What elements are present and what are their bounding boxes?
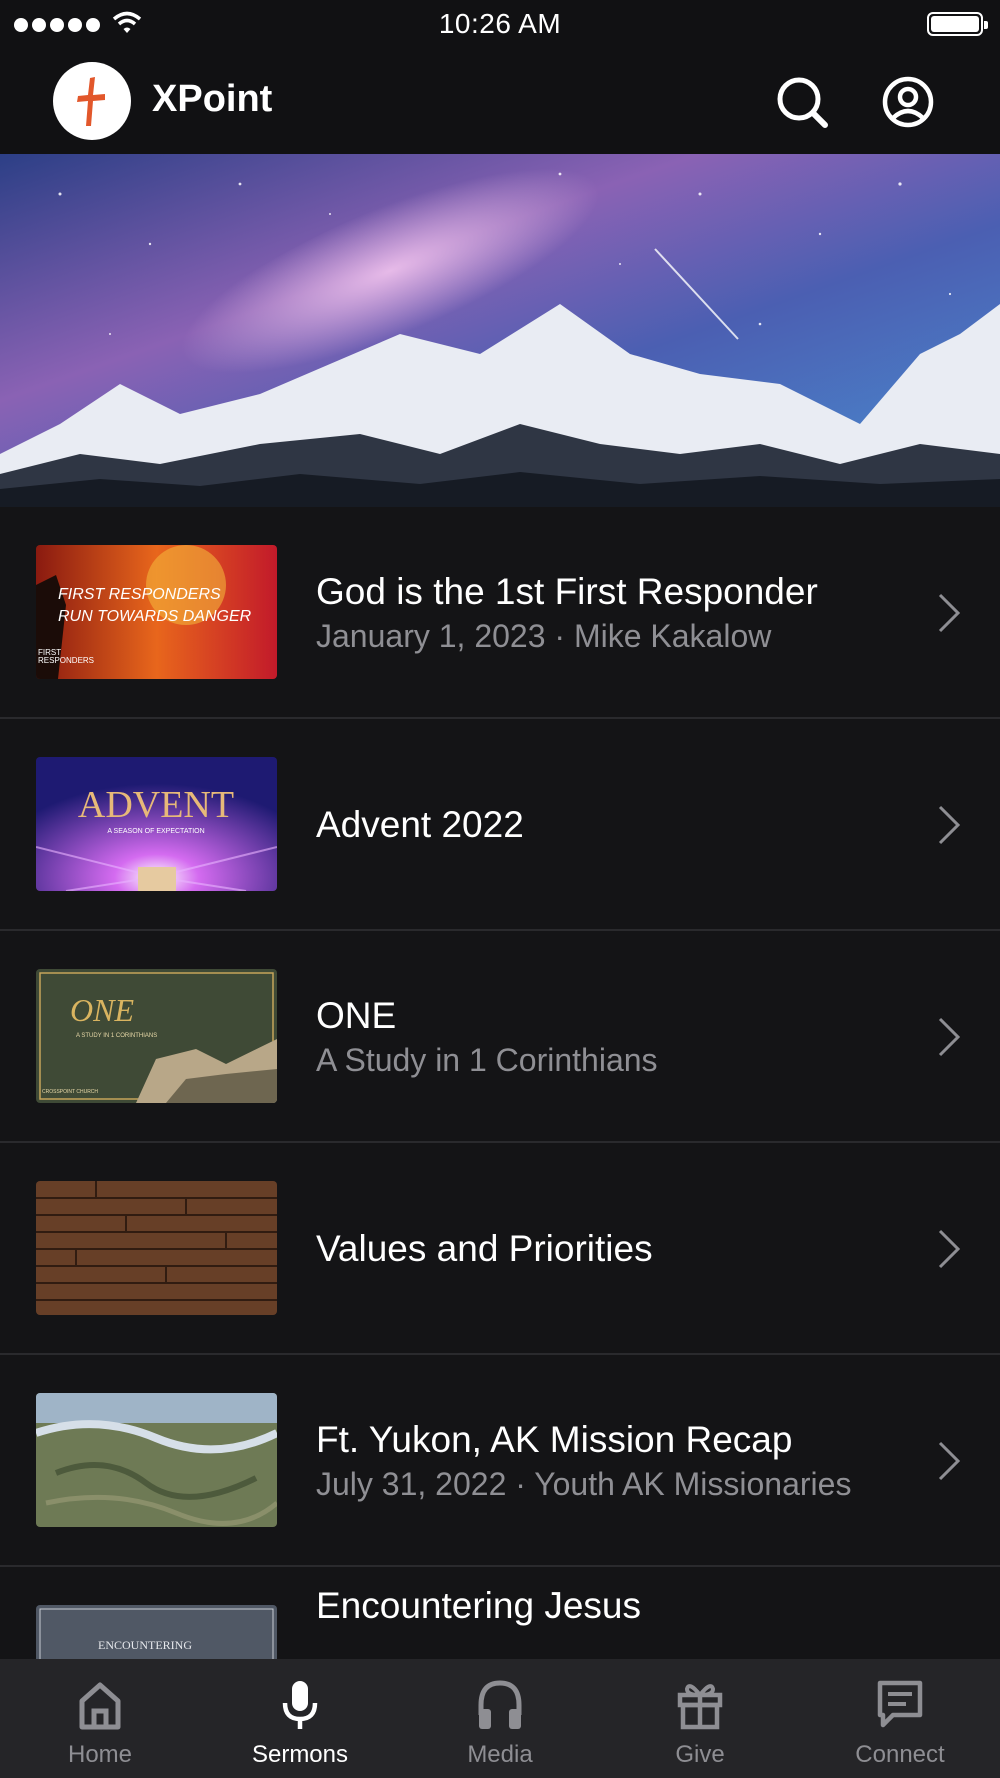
home-icon <box>79 1682 121 1730</box>
bottom-tab-bar: Home Sermons Media Give Connect <box>0 1659 1000 1778</box>
sermon-thumbnail <box>36 1181 277 1315</box>
list-item[interactable]: Ft. Yukon, AK Mission Recap July 31, 202… <box>0 1355 1000 1567</box>
chat-icon <box>877 1680 923 1728</box>
tab-home[interactable]: Home <box>0 1659 200 1778</box>
tab-label: Sermons <box>251 1741 349 1768</box>
thumb-text: ADVENT <box>78 784 234 826</box>
user-account-icon <box>882 76 934 128</box>
sermon-title: God is the 1st First Responder <box>316 571 818 612</box>
status-time: 10:26 AM <box>438 8 562 39</box>
sermon-subtitle: July 31, 2022 · Youth AK Missionaries <box>316 1466 852 1502</box>
sermon-subtitle: A Study in 1 Corinthians <box>316 1042 658 1078</box>
list-item[interactable]: ONE A STUDY IN 1 CORINTHIANS CROSSPOINT … <box>0 931 1000 1143</box>
thumb-text: FIRST RESPONDERS <box>58 586 221 603</box>
battery-icon <box>927 12 988 36</box>
app-name: XPoint <box>152 78 273 120</box>
tab-label: Connect <box>855 1741 945 1768</box>
microphone-icon <box>282 1681 318 1729</box>
status-bar: 10:26 AM <box>0 0 1000 50</box>
church-logo-icon[interactable] <box>53 62 131 140</box>
tab-sermons[interactable]: Sermons <box>200 1659 400 1778</box>
tab-label: Give <box>675 1741 725 1768</box>
thumb-text: A SEASON OF EXPECTATION <box>107 828 204 835</box>
sermon-thumbnail: ADVENT A SEASON OF EXPECTATION <box>36 757 277 891</box>
thumb-text: A STUDY IN 1 CORINTHIANS <box>76 1033 157 1039</box>
sermon-list: FIRST RESPONDERS RUN TOWARDS DANGER FIRS… <box>0 507 1000 1659</box>
chevron-right-icon <box>938 1017 961 1057</box>
tab-label: Home <box>67 1741 133 1768</box>
thumb-text: ENCOUNTERING <box>98 1638 192 1652</box>
sermon-thumbnail: FIRST RESPONDERS RUN TOWARDS DANGER FIRS… <box>36 545 277 679</box>
headphones-icon <box>478 1680 522 1729</box>
tab-connect[interactable]: Connect <box>800 1659 1000 1778</box>
search-button[interactable] <box>770 70 834 134</box>
thumb-text: ONE <box>70 992 134 1028</box>
tab-media[interactable]: Media <box>400 1659 600 1778</box>
tab-give[interactable]: Give <box>600 1659 800 1778</box>
tab-label: Media <box>467 1741 533 1768</box>
chevron-right-icon <box>938 805 961 845</box>
sermon-subtitle: January 1, 2023 · Mike Kakalow <box>316 618 772 654</box>
thumb-text: RUN TOWARDS DANGER <box>58 608 252 625</box>
list-item[interactable]: ADVENT A SEASON OF EXPECTATION Advent 20… <box>0 719 1000 931</box>
sermon-title: Advent 2022 <box>316 804 524 845</box>
search-icon <box>777 77 828 128</box>
hero-banner-image <box>0 154 1000 507</box>
sermon-thumbnail <box>36 1393 277 1527</box>
sermon-title: Values and Priorities <box>316 1228 653 1269</box>
list-item[interactable]: FIRST RESPONDERS RUN TOWARDS DANGER FIRS… <box>0 507 1000 719</box>
list-item[interactable]: ENCOUNTERING Encountering Jesus <box>0 1567 1000 1659</box>
app-header: XPoint <box>0 50 1000 154</box>
chevron-right-icon <box>938 593 961 633</box>
profile-button[interactable] <box>876 70 940 134</box>
sermon-title: ONE <box>316 995 397 1036</box>
sermon-thumbnail: ENCOUNTERING <box>36 1605 277 1659</box>
chevron-right-icon <box>938 1441 961 1481</box>
sermon-title: Encountering Jesus <box>316 1585 641 1626</box>
list-item[interactable]: Values and Priorities <box>0 1143 1000 1355</box>
thumb-text: RESPONDERS <box>38 656 94 665</box>
sermon-title: Ft. Yukon, AK Mission Recap <box>316 1419 793 1460</box>
gift-icon <box>677 1684 723 1730</box>
sermon-thumbnail: ONE A STUDY IN 1 CORINTHIANS CROSSPOINT … <box>36 969 277 1103</box>
chevron-right-icon <box>938 1229 961 1269</box>
thumb-text: CROSSPOINT CHURCH <box>42 1089 98 1095</box>
